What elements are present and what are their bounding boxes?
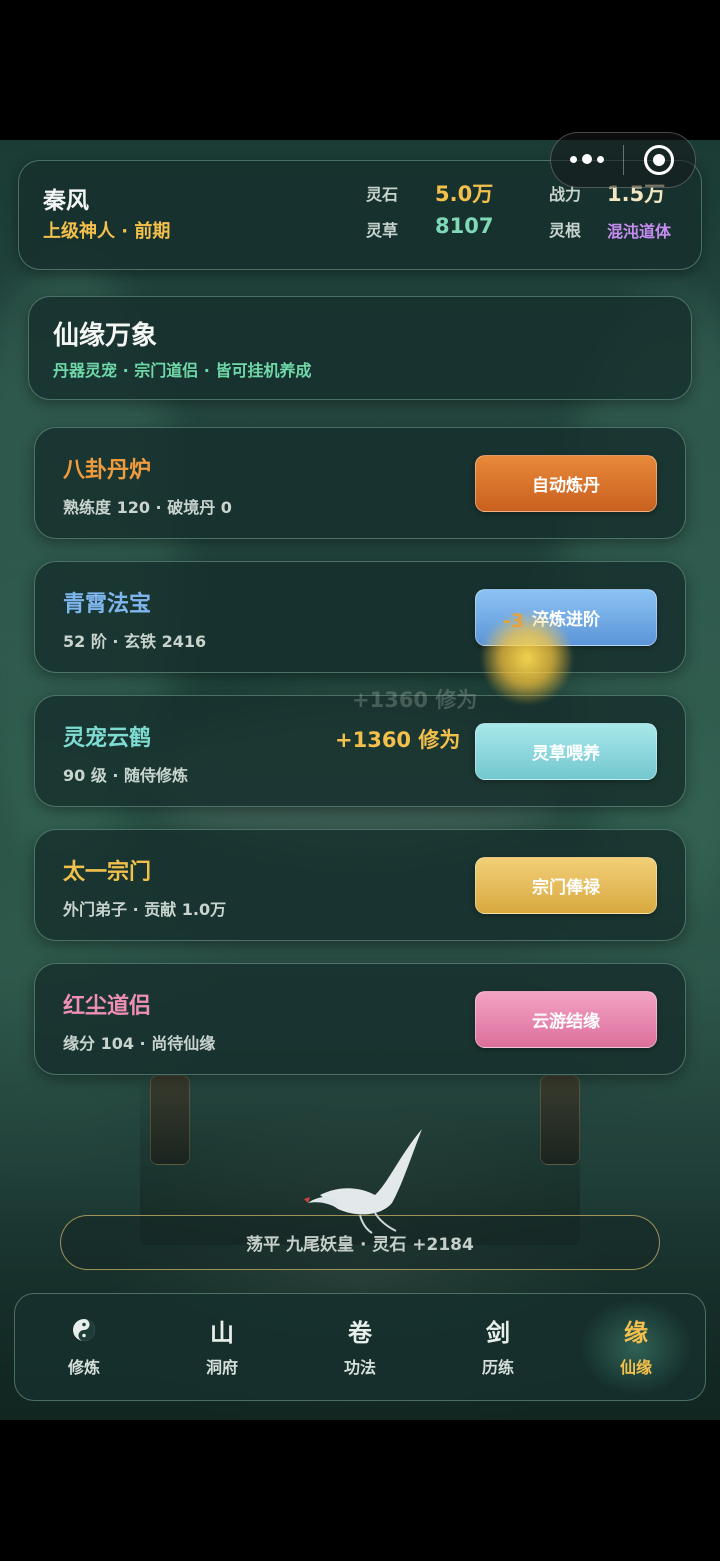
feature-card-sect: 太一宗门 外门弟子 · 贡献 1.0万 宗门俸禄 <box>34 829 686 941</box>
stat-label-spirit-stone: 灵石 <box>366 185 399 204</box>
stat-value-spirit-root: 混沌道体 <box>607 222 672 241</box>
feature-title: 红尘道侣 <box>63 994 152 1019</box>
wander-fate-button[interactable]: 云游结缘 <box>475 991 657 1048</box>
bottom-tab-bar: 修炼 山 洞府 卷 功法 剑 历练 缘 仙缘 <box>14 1293 706 1401</box>
intro-subtitle: 丹器灵宠 · 宗门道侣 · 皆可挂机养成 <box>53 361 312 380</box>
auto-alchemy-button[interactable]: 自动炼丹 <box>475 455 657 512</box>
tab-label: 洞府 <box>205 1358 238 1377</box>
tab-techniques[interactable]: 卷 功法 <box>291 1294 429 1400</box>
fate-glyph-icon: 缘 <box>624 1318 648 1347</box>
close-miniprogram-icon[interactable] <box>624 145 696 175</box>
feature-card-dao-partner: 红尘道侣 缘分 104 · 尚待仙缘 云游结缘 <box>34 963 686 1075</box>
crane-illustration <box>304 1129 422 1234</box>
tab-label: 功法 <box>343 1358 376 1377</box>
sword-glyph-icon: 剑 <box>486 1318 510 1347</box>
feature-subtitle: 52 阶 · 玄铁 2416 <box>63 632 207 651</box>
more-menu-icon[interactable] <box>551 154 623 165</box>
intro-card: 仙缘万象 丹器灵宠 · 宗门道侣 · 皆可挂机养成 <box>28 296 692 400</box>
tab-label: 仙缘 <box>619 1358 652 1377</box>
feature-title: 青霄法宝 <box>63 592 152 617</box>
tab-trials[interactable]: 剑 历练 <box>429 1294 567 1400</box>
feature-subtitle: 熟练度 120 · 破境丹 0 <box>63 498 232 517</box>
feature-card-artifact: 青霄法宝 52 阶 · 玄铁 2416 淬炼进阶 -3 <box>34 561 686 673</box>
sparkle-effect <box>482 610 572 706</box>
tab-immortal-fate[interactable]: 缘 仙缘 <box>567 1294 705 1400</box>
intro-title: 仙缘万象 <box>53 321 158 351</box>
scroll-glyph-icon: 卷 <box>348 1318 372 1347</box>
stat-value-spirit-herb: 8107 <box>435 214 494 238</box>
background-lantern <box>540 1075 580 1165</box>
feature-subtitle: 外门弟子 · 贡献 1.0万 <box>63 900 227 919</box>
feature-subtitle: 90 级 · 随侍修炼 <box>63 766 189 785</box>
feature-title: 八卦丹炉 <box>63 458 152 483</box>
feature-title: 灵宠云鹤 <box>63 726 152 751</box>
miniprogram-capsule <box>550 132 696 188</box>
floating-ghost-text: +1360 修为 <box>352 688 478 712</box>
mountain-glyph-icon: 山 <box>210 1318 234 1347</box>
floating-gain-text: +1360 修为 <box>335 728 461 752</box>
player-rank: 上级神人 · 前期 <box>43 221 171 242</box>
stat-value-spirit-stone: 5.0万 <box>435 182 494 206</box>
tab-label: 修炼 <box>67 1358 100 1377</box>
feature-title: 太一宗门 <box>63 860 152 885</box>
floating-partial-text: -3 <box>503 610 525 632</box>
tab-cultivation[interactable]: 修炼 <box>15 1294 153 1400</box>
yin-yang-icon <box>71 1316 97 1344</box>
stat-label-spirit-root: 灵根 <box>549 221 582 240</box>
background-lantern <box>150 1075 190 1165</box>
feature-card-alchemy: 八卦丹炉 熟练度 120 · 破境丹 0 自动炼丹 <box>34 427 686 539</box>
stat-label-spirit-herb: 灵草 <box>366 221 399 240</box>
tab-label: 历练 <box>481 1358 514 1377</box>
feature-subtitle: 缘分 104 · 尚待仙缘 <box>63 1034 216 1053</box>
player-name: 秦风 <box>43 188 89 214</box>
tab-cave-dwelling[interactable]: 山 洞府 <box>153 1294 291 1400</box>
feed-herb-button[interactable]: 灵草喂养 <box>475 723 657 780</box>
sect-salary-button[interactable]: 宗门俸禄 <box>475 857 657 914</box>
